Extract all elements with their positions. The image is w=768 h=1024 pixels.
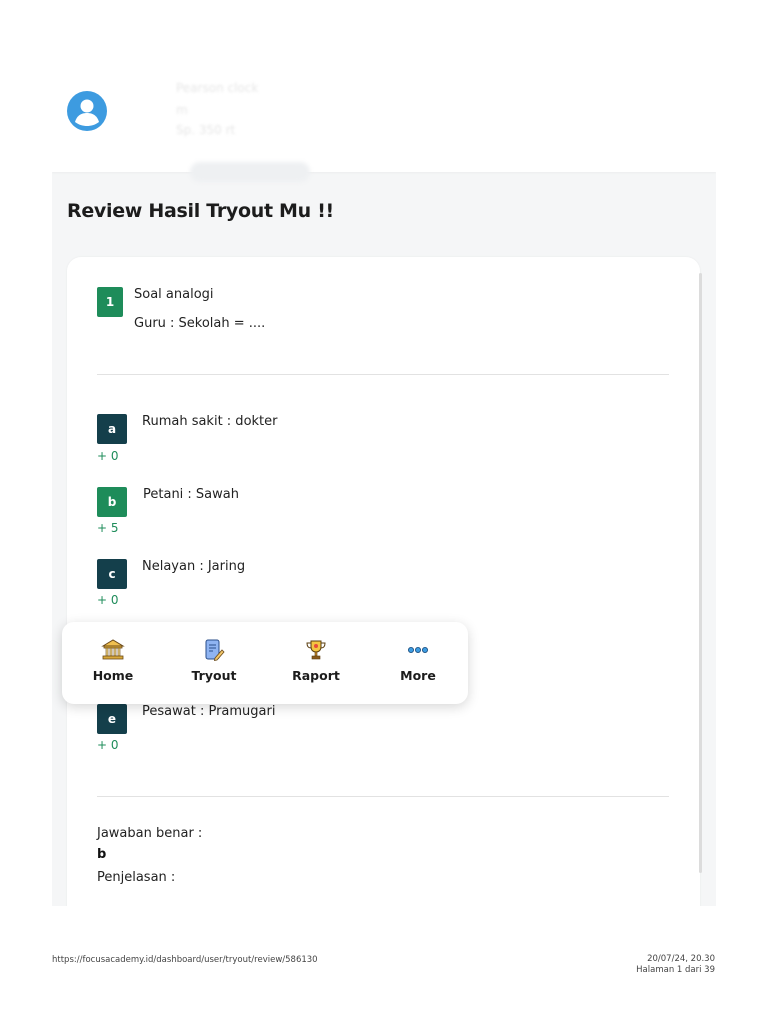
page-frame: Pearson clock m Sp. 350 rt Review Hasil … [52,48,716,906]
correct-answer-label: Jawaban benar : [97,826,203,841]
nav-tryout[interactable]: Tryout [174,638,254,683]
nav-more-label: More [400,668,436,683]
scroll-edge [699,273,702,873]
nav-tryout-label: Tryout [191,668,237,683]
question-text: Guru : Sekolah = .... [134,316,266,331]
more-dots-icon [408,646,428,653]
page-title: Review Hasil Tryout Mu !! [67,200,334,222]
option-b-score: + 5 [97,521,119,535]
option-e-badge: e [97,704,127,734]
blurred-name: Pearson clock [176,81,259,95]
option-c-text: Nelayan : Jaring [142,559,246,574]
explanation-label: Penjelasan : [97,870,176,885]
option-c-score: + 0 [97,593,119,607]
trophy-icon [306,640,326,660]
question-card: 1 Soal analogi Guru : Sekolah = .... a R… [67,257,700,906]
footer-datetime: 20/07/24, 20.30 [647,954,715,964]
footer-url: https://focusacademy.id/dashboard/user/t… [52,955,318,965]
footer-page-number: Halaman 1 dari 39 [636,965,715,975]
nav-home-label: Home [92,668,134,683]
option-a-text: Rumah sakit : dokter [142,414,278,429]
divider [97,374,669,375]
option-b-text: Petani : Sawah [143,487,239,502]
nav-more[interactable]: More [378,638,458,683]
nav-raport-label: Raport [292,668,340,683]
bottom-navigation: Home Tryout Raport More [62,622,468,704]
nav-raport[interactable]: Raport [276,638,356,683]
option-c-badge: c [97,559,127,589]
document-edit-icon [205,639,225,662]
blurred-subtitle: m [176,103,188,117]
blurred-pill [190,162,310,182]
option-e-score: + 0 [97,738,119,752]
correct-answer-value: b [97,847,107,862]
user-avatar-icon[interactable] [67,91,107,131]
option-e-text: Pesawat : Pramugari [142,704,276,719]
option-b-badge: b [97,487,127,517]
question-title: Soal analogi [134,287,214,302]
profile-header: Pearson clock m Sp. 350 rt [52,48,716,182]
divider [97,796,669,797]
option-a-score: + 0 [97,449,119,463]
nav-home[interactable]: Home [73,638,153,683]
question-number-badge: 1 [97,287,123,317]
option-a-badge: a [97,414,127,444]
blurred-detail: Sp. 350 rt [176,123,236,137]
bank-icon [101,639,125,660]
